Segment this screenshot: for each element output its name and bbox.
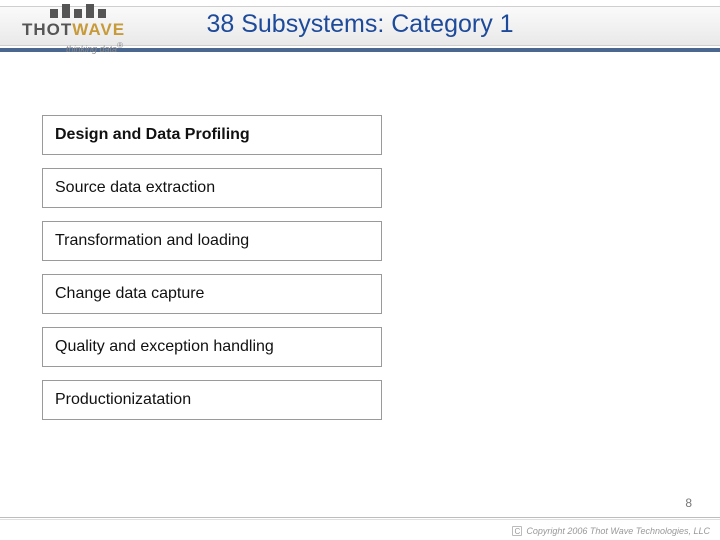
logo-tagline: thinking data® <box>66 41 182 54</box>
list-item: Design and Data Profiling <box>42 115 382 155</box>
list-item: Productionizatation <box>42 380 382 420</box>
logo-word-a: THOT <box>22 20 72 39</box>
list-item-label: Quality and exception handling <box>55 338 274 355</box>
copyright-icon: C <box>512 526 522 536</box>
page-number: 8 <box>685 496 692 510</box>
list-item-label: Design and Data Profiling <box>55 126 250 143</box>
logo-wordmark: THOTWAVE <box>22 20 182 40</box>
list-item-label: Transformation and loading <box>55 232 249 249</box>
logo-word-b: WAVE <box>72 20 125 39</box>
logo-tagline-text: thinking data <box>66 44 117 54</box>
registered-icon: ® <box>117 41 123 50</box>
footer-rule <box>0 517 720 518</box>
list-item: Source data extraction <box>42 168 382 208</box>
list-item-label: Productionizatation <box>55 391 191 408</box>
footer-rule-shadow <box>0 519 720 520</box>
logo: THOTWAVE thinking data® <box>22 2 182 54</box>
list-item-label: Change data capture <box>55 285 204 302</box>
list-item-label: Source data extraction <box>55 179 215 196</box>
category-list: Design and Data Profiling Source data ex… <box>42 115 382 433</box>
copyright: C Copyright 2006 Thot Wave Technologies, … <box>512 526 710 536</box>
list-item: Transformation and loading <box>42 221 382 261</box>
list-item: Quality and exception handling <box>42 327 382 367</box>
list-item: Change data capture <box>42 274 382 314</box>
slide: 38 Subsystems: Category 1 THOTWAVE think… <box>0 0 720 540</box>
logo-bars-icon <box>50 2 182 18</box>
copyright-text: Copyright 2006 Thot Wave Technologies, L… <box>526 526 710 536</box>
